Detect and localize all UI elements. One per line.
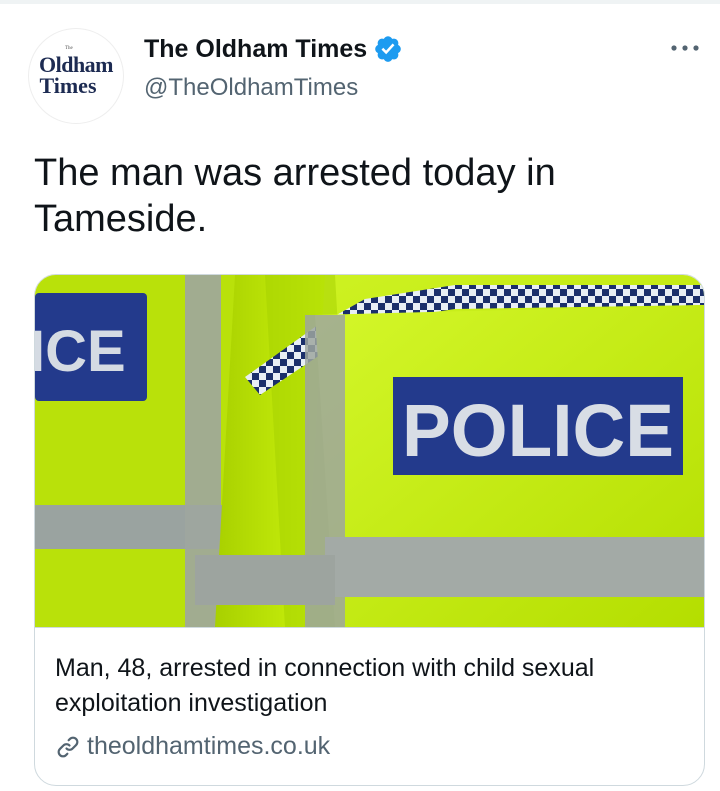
display-name[interactable]: The Oldham Times xyxy=(144,35,367,64)
link-icon xyxy=(55,734,81,760)
avatar[interactable]: The Oldham Times xyxy=(28,28,124,124)
card-image[interactable]: ICE POLICE xyxy=(35,275,704,627)
card-domain[interactable]: theoldhamtimes.co.uk xyxy=(87,732,330,761)
verified-badge-icon xyxy=(373,34,403,64)
tweet: The Oldham Times The Oldham Times @TheOl… xyxy=(0,0,720,791)
account-handle[interactable]: @TheOldhamTimes xyxy=(144,74,358,102)
top-divider xyxy=(0,0,720,4)
more-options-icon[interactable] xyxy=(668,36,702,60)
avatar-mark: The xyxy=(65,46,73,51)
link-card[interactable]: ICE POLICE Man, 48, arrested in connecti… xyxy=(34,274,705,786)
name-row: The Oldham Times xyxy=(144,34,403,64)
patch-left-text: ICE xyxy=(35,319,126,384)
avatar-line-2: Times xyxy=(39,73,97,98)
card-body[interactable]: Man, 48, arrested in connection with chi… xyxy=(35,627,704,785)
card-domain-row[interactable]: theoldhamtimes.co.uk xyxy=(55,732,330,761)
police-jacket-image: ICE POLICE xyxy=(35,275,704,627)
patch-police-text: POLICE xyxy=(402,389,674,472)
tweet-text: The man was arrested today in Tameside. xyxy=(34,152,556,240)
card-title[interactable]: Man, 48, arrested in connection with chi… xyxy=(55,651,685,721)
